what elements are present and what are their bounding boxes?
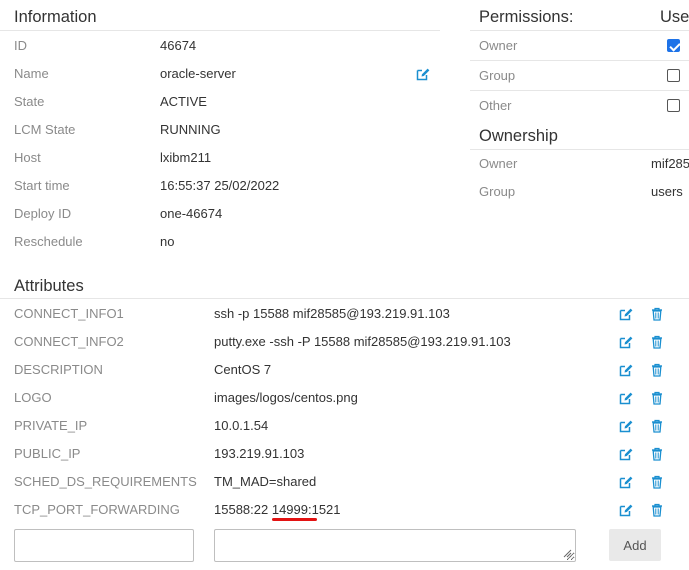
attribute-value: putty.exe -ssh -P 15588 mif28585@193.219…: [214, 334, 511, 349]
info-value: RUNNING: [160, 122, 221, 137]
attribute-row-sched-ds-requirements: SCHED_DS_REQUIREMENTS TM_MAD=shared: [0, 468, 689, 496]
info-row-lcm-state: LCM State RUNNING: [0, 116, 440, 144]
edit-attribute-icon[interactable]: [619, 419, 633, 433]
delete-attribute-icon[interactable]: [650, 363, 664, 377]
delete-attribute-icon[interactable]: [650, 447, 664, 461]
information-title: Information: [14, 8, 97, 26]
info-label: State: [14, 94, 45, 109]
attribute-key: PUBLIC_IP: [14, 446, 81, 461]
info-row-start-time: Start time 16:55:37 25/02/2022: [0, 172, 440, 200]
info-value: 46674: [160, 38, 197, 53]
edit-attribute-icon[interactable]: [619, 391, 633, 405]
group-use-checkbox[interactable]: [667, 69, 680, 82]
delete-attribute-icon[interactable]: [650, 503, 664, 517]
ownership-label: Owner: [479, 156, 518, 171]
permission-row-group: Group: [470, 62, 689, 90]
permissions-use-header: Use: [660, 8, 689, 26]
new-attribute-key-input[interactable]: [14, 529, 194, 562]
info-value: oracle-server: [160, 66, 236, 81]
edit-attribute-icon[interactable]: [619, 475, 633, 489]
permissions-divider: [470, 30, 689, 31]
permission-row-other: Other: [470, 92, 689, 120]
attributes-divider: [0, 298, 689, 299]
permissions-title: Permissions:: [479, 8, 574, 26]
add-attribute-button[interactable]: Add: [609, 529, 661, 561]
info-row-host: Host lxibm211: [0, 144, 440, 172]
attribute-value: images/logos/centos.png: [214, 390, 358, 405]
owner-use-checkbox[interactable]: [667, 39, 680, 52]
attribute-value: 193.219.91.103: [214, 446, 305, 461]
attribute-key: CONNECT_INFO2: [14, 334, 124, 349]
delete-attribute-icon[interactable]: [650, 419, 664, 433]
delete-attribute-icon[interactable]: [650, 475, 664, 489]
info-row-name: Name oracle-server: [0, 60, 440, 88]
ownership-title: Ownership: [479, 127, 558, 145]
info-value: ACTIVE: [160, 94, 207, 109]
info-label: Deploy ID: [14, 206, 72, 221]
other-use-checkbox[interactable]: [667, 99, 680, 112]
attribute-row-connect-info1: CONNECT_INFO1 ssh -p 15588 mif28585@193.…: [0, 300, 689, 328]
attribute-value: ssh -p 15588 mif28585@193.219.91.103: [214, 306, 450, 321]
info-value: one-46674: [160, 206, 223, 221]
edit-attribute-icon[interactable]: [619, 447, 633, 461]
ownership-value[interactable]: users: [651, 178, 683, 206]
delete-attribute-icon[interactable]: [650, 391, 664, 405]
permission-label: Group: [479, 68, 516, 83]
ownership-label: Group: [479, 184, 516, 199]
attribute-key: DESCRIPTION: [14, 362, 103, 377]
attribute-value: 10.0.1.54: [214, 418, 269, 433]
ownership-row-owner: Owner mif285: [470, 150, 689, 178]
permission-row-divider: [470, 60, 689, 61]
attribute-key: LOGO: [14, 390, 52, 405]
info-label: LCM State: [14, 122, 76, 137]
edit-name-icon[interactable]: [416, 67, 430, 81]
attribute-key: TCP_PORT_FORWARDING: [14, 502, 180, 517]
info-row-state: State ACTIVE: [0, 88, 440, 116]
info-row-deploy-id: Deploy ID one-46674: [0, 200, 440, 228]
edit-attribute-icon[interactable]: [619, 363, 633, 377]
attribute-row-connect-info2: CONNECT_INFO2 putty.exe -ssh -P 15588 mi…: [0, 328, 689, 356]
info-value: no: [160, 234, 175, 249]
edit-attribute-icon[interactable]: [619, 503, 633, 517]
info-value: lxibm211: [160, 150, 212, 165]
new-attribute-value-textarea[interactable]: [214, 529, 576, 562]
attribute-key: CONNECT_INFO1: [14, 306, 124, 321]
edit-attribute-icon[interactable]: [619, 335, 633, 349]
attribute-row-tcp-port-forwarding: TCP_PORT_FORWARDING 15588:22 14999:1521: [0, 496, 689, 524]
info-label: ID: [14, 38, 27, 53]
information-divider: [0, 30, 440, 31]
info-label: Reschedule: [14, 234, 83, 249]
info-row-reschedule: Reschedule no: [0, 228, 440, 256]
attribute-row-description: DESCRIPTION CentOS 7: [0, 356, 689, 384]
attribute-value: CentOS 7: [214, 362, 272, 377]
info-value: 16:55:37 25/02/2022: [160, 178, 280, 193]
attribute-key: SCHED_DS_REQUIREMENTS: [14, 474, 197, 489]
permission-row-owner: Owner: [470, 32, 689, 60]
delete-attribute-icon[interactable]: [650, 335, 664, 349]
attribute-row-public-ip: PUBLIC_IP 193.219.91.103: [0, 440, 689, 468]
info-row-id: ID 46674: [0, 32, 440, 60]
permission-row-divider: [470, 90, 689, 91]
edit-attribute-icon[interactable]: [619, 307, 633, 321]
ownership-value[interactable]: mif285: [651, 150, 689, 178]
info-label: Start time: [14, 178, 70, 193]
permission-label: Owner: [479, 38, 518, 53]
attribute-key: PRIVATE_IP: [14, 418, 88, 433]
attribute-row-private-ip: PRIVATE_IP 10.0.1.54: [0, 412, 689, 440]
info-label: Host: [14, 150, 41, 165]
annotation-underline: [272, 518, 317, 521]
permission-label: Other: [479, 98, 512, 113]
delete-attribute-icon[interactable]: [650, 307, 664, 321]
info-label: Name: [14, 66, 49, 81]
attribute-row-logo: LOGO images/logos/centos.png: [0, 384, 689, 412]
attribute-value: TM_MAD=shared: [214, 474, 317, 489]
ownership-row-group: Group users: [470, 178, 689, 206]
attributes-title: Attributes: [14, 277, 84, 295]
